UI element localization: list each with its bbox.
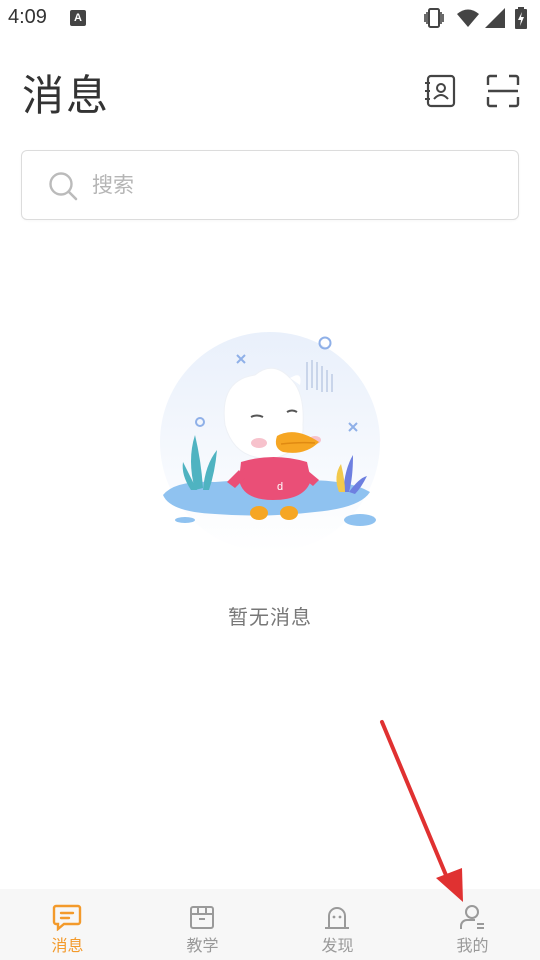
page-title: 消息 [22,71,111,120]
search-box[interactable] [21,150,519,220]
scan-icon[interactable] [486,74,520,108]
tab-label: 我的 [456,936,489,955]
tab-label: 发现 [321,936,354,955]
status-bar: 4:09 A [0,0,540,36]
status-icons [422,6,532,30]
empty-state-message: 暂无消息 [228,605,312,629]
teaching-box-icon [190,906,214,929]
message-icon [52,904,82,931]
svg-text:d: d [277,481,283,493]
empty-duck-illustration: d [160,332,380,550]
notification-icon: A [70,10,86,26]
tab-teaching[interactable]: 教学 [135,889,270,960]
wifi-icon [457,9,479,27]
search-input[interactable] [92,165,492,205]
tab-messages[interactable]: 消息 [0,889,135,960]
discover-ghost-icon [325,907,349,929]
tab-label: 消息 [51,936,84,955]
status-time: 4:09 [8,6,47,28]
bottom-tab-bar: 消息 教学 发现 我的 [0,889,540,960]
profile-icon [460,905,484,929]
vibrate-icon [424,8,444,28]
tab-label: 教学 [186,936,219,955]
signal-icon [485,8,505,28]
tab-discover[interactable]: 发现 [270,889,405,960]
search-icon [49,172,78,201]
tab-me[interactable]: 我的 [405,889,540,960]
battery-icon [515,7,527,29]
contacts-icon[interactable] [424,74,458,108]
